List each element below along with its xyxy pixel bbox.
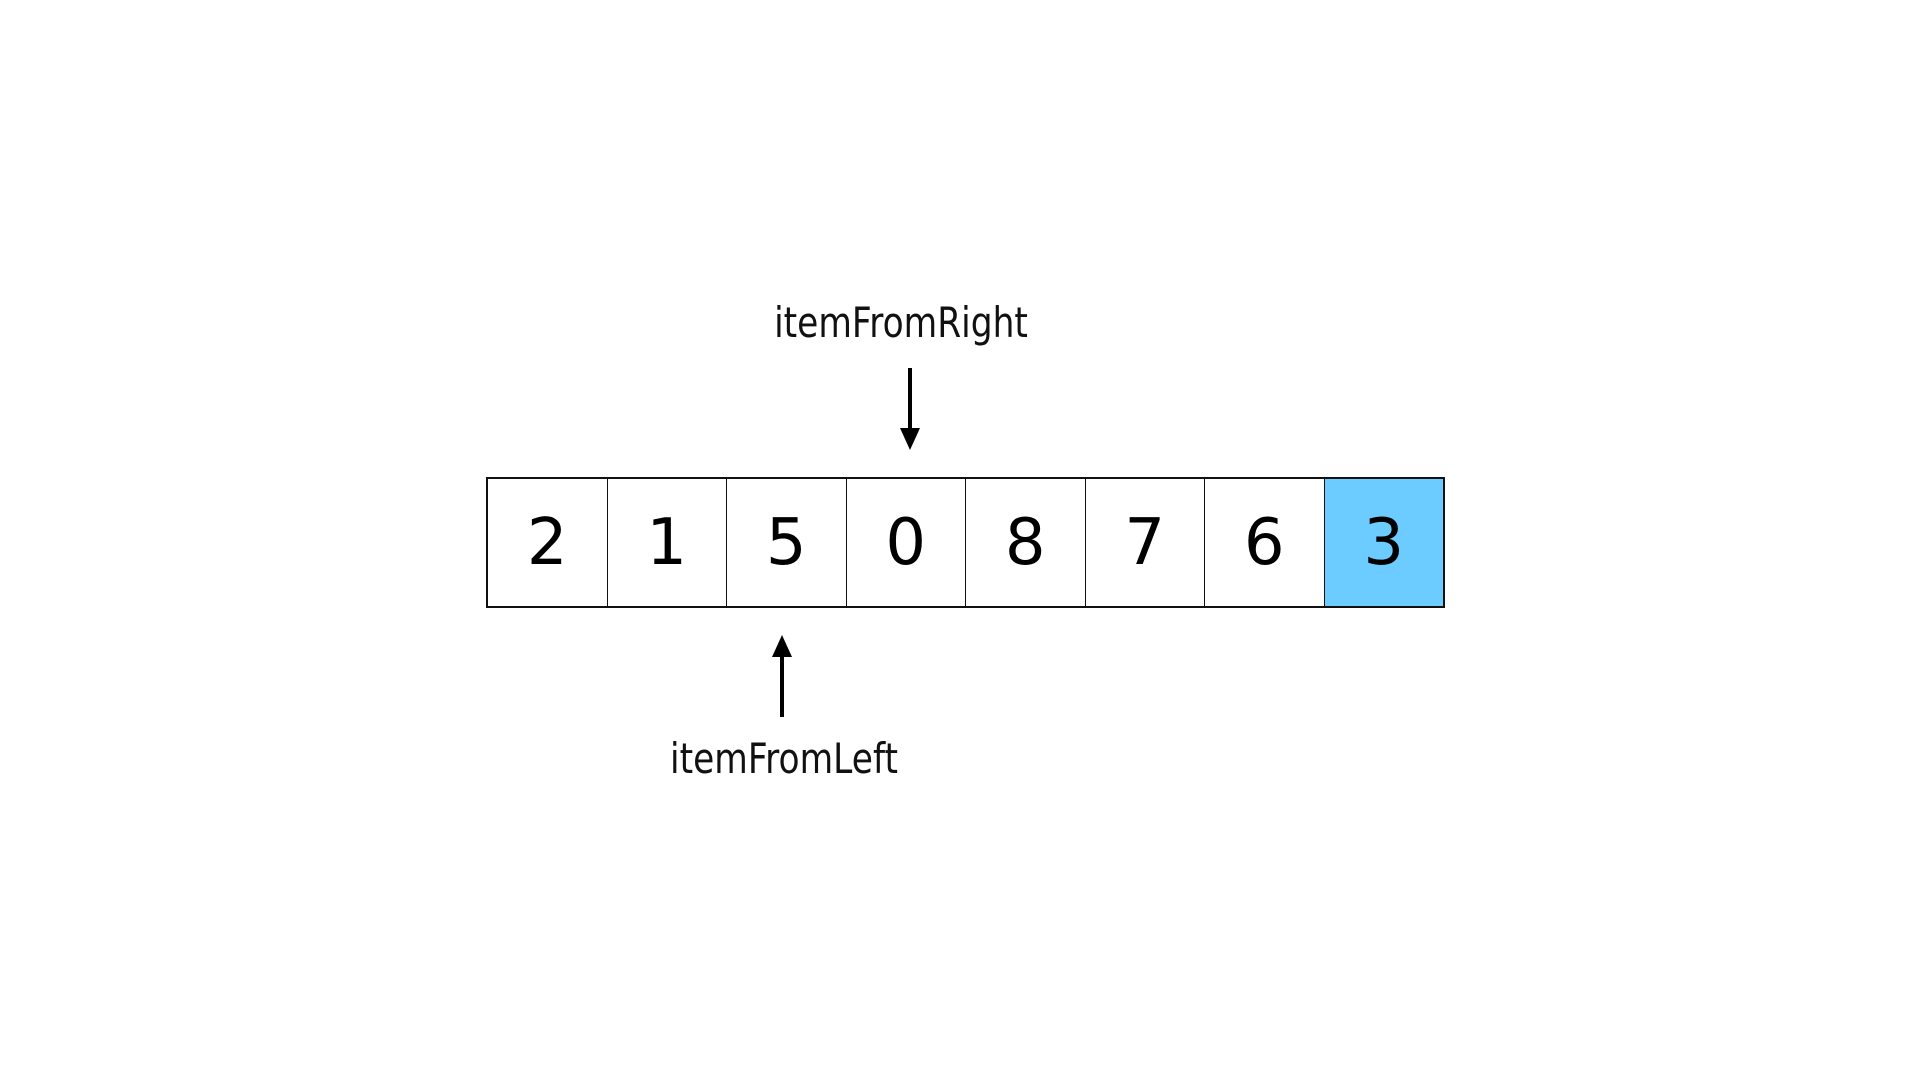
array-cell-7: 3 bbox=[1324, 479, 1443, 606]
array-cell-5: 7 bbox=[1085, 479, 1205, 606]
array-cell-2: 5 bbox=[727, 479, 847, 606]
array-cell-1: 1 bbox=[607, 479, 727, 606]
array-cell-6: 6 bbox=[1205, 479, 1325, 606]
arrow-up-icon bbox=[771, 635, 792, 717]
array-cell-3: 0 bbox=[846, 479, 966, 606]
item-from-left-label: itemFromLeft bbox=[670, 734, 898, 783]
item-from-right-label: itemFromRight bbox=[774, 298, 1028, 347]
array-cell-0: 2 bbox=[488, 479, 608, 606]
array-cell-4: 8 bbox=[966, 479, 1086, 606]
array-container: 21508763 bbox=[486, 477, 1445, 608]
arrow-down-icon bbox=[899, 368, 920, 450]
